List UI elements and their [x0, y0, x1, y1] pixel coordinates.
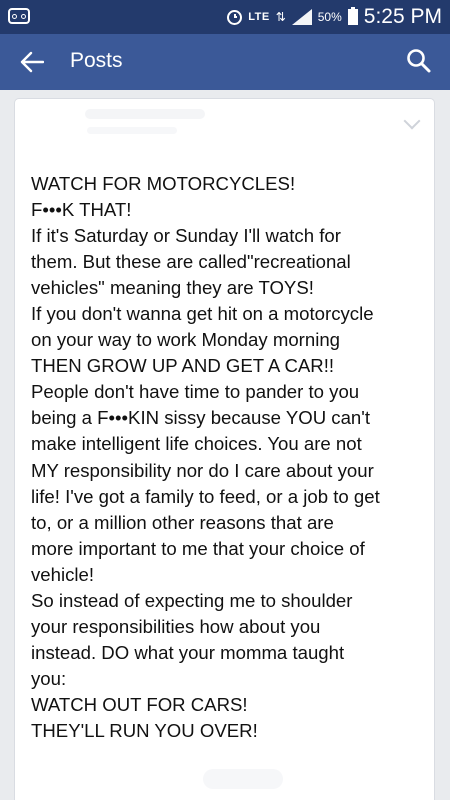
post-text-line: So instead of expecting me to shoulder — [31, 589, 353, 611]
post-text-line: THEN GROW UP AND GET A CAR!! — [31, 355, 335, 377]
post-text-line: instead. DO what your momma taught — [31, 641, 345, 663]
search-icon[interactable] — [406, 48, 432, 74]
post-text-line: vehicles" meaning they are TOYS! — [31, 277, 314, 299]
signal-icon — [291, 9, 312, 25]
post-card: WATCH FOR MOTORCYCLES! F•••K THAT! If it's… — [14, 98, 435, 800]
post-text-line: vehicle! — [31, 563, 95, 585]
page-title: Posts — [70, 49, 123, 72]
post-text: WATCH FOR MOTORCYCLES! F•••K THAT! If it's… — [31, 171, 426, 744]
post-text-line: make intelligent life choices. You are n… — [31, 433, 362, 455]
post-text-line: People don't have time to pander to you — [31, 381, 360, 403]
post-text-line: being a F•••KIN sissy because YOU can't — [31, 407, 370, 429]
clock: 5:25 PM — [363, 5, 442, 28]
app-bar: Posts — [0, 34, 450, 90]
post-text-line: If it's Saturday or Sunday I'll watch fo… — [31, 225, 341, 247]
post-options-chevron-icon[interactable] — [403, 112, 421, 130]
data-arrows-icon: ⇅ — [275, 10, 286, 24]
post-text-line: MY responsibility nor do I care about yo… — [31, 459, 374, 481]
post-text-line: F•••K THAT! — [31, 199, 132, 221]
post-text-line: you: — [31, 667, 67, 689]
post-text-line: WATCH OUT FOR CARS! — [31, 693, 248, 715]
post-text-line: life! I've got a family to feed, or a jo… — [31, 485, 380, 507]
post-text-line: THEY'LL RUN YOU OVER! — [31, 719, 258, 741]
alarm-icon — [227, 9, 243, 25]
post-text-line: on your way to work Monday morning — [31, 329, 341, 351]
post-meta-placeholder — [87, 127, 177, 134]
status-bar: LTE ⇅ 50% 5:25 PM — [0, 0, 450, 34]
post-text-line: If you don't wanna get hit on a motorcyc… — [31, 303, 374, 325]
post-footer-placeholder — [203, 769, 283, 789]
post-text-line: more important to me that your choice of — [31, 537, 365, 559]
network-type: LTE — [248, 11, 270, 23]
back-arrow-icon[interactable] — [20, 51, 44, 73]
voicemail-icon — [8, 8, 30, 24]
post-text-line: them. But these are called"recreational — [31, 251, 351, 273]
battery-percent: 50% — [317, 10, 342, 24]
post-text-line: WATCH FOR MOTORCYCLES! — [31, 173, 296, 194]
battery-icon — [347, 7, 358, 25]
author-name-placeholder[interactable] — [85, 109, 205, 119]
post-text-line: to, or a million other reasons that are — [31, 511, 334, 533]
post-text-line: your responsibilities how about you — [31, 615, 321, 637]
